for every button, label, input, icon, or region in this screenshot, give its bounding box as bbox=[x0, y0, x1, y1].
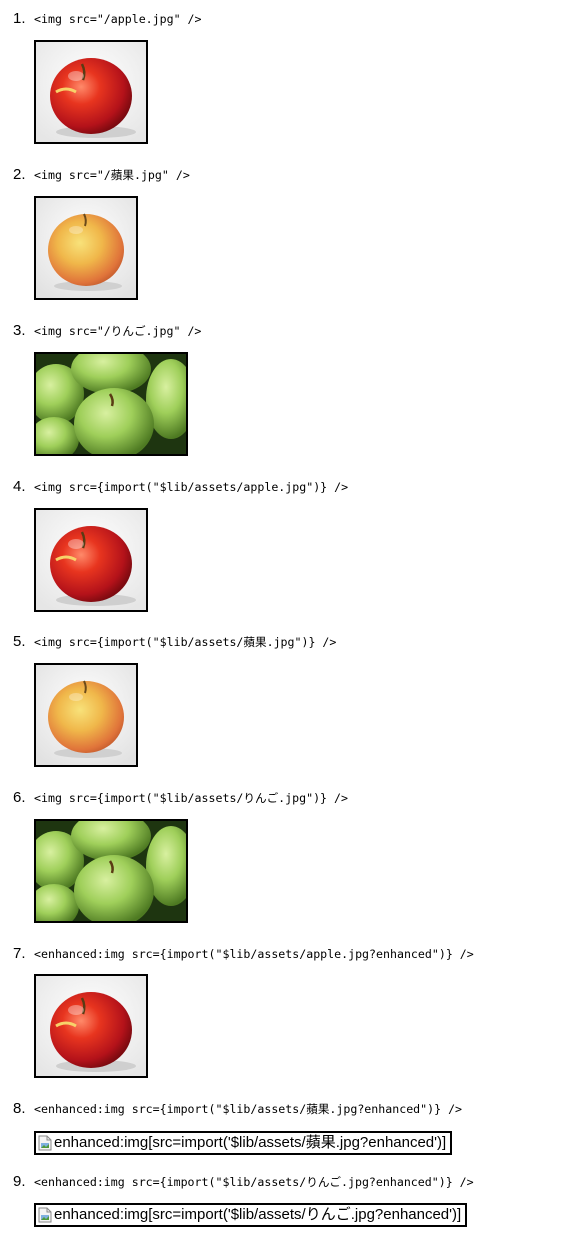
red-apple-image bbox=[34, 40, 148, 144]
broken-image-placeholder: enhanced:img[src=import('$lib/assets/蘋果.… bbox=[34, 1131, 453, 1155]
code-snippet: <enhanced:img src={import("$lib/assets/a… bbox=[34, 947, 474, 961]
code-snippet: <enhanced:img src={import("$lib/assets/蘋… bbox=[34, 1102, 463, 1116]
green-apples-image bbox=[34, 819, 188, 923]
yellow-apple-image bbox=[34, 196, 138, 300]
code-snippet: <img src={import("$lib/assets/りんご.jpg")}… bbox=[34, 791, 348, 805]
red-apple-image bbox=[34, 508, 148, 612]
broken-image-icon bbox=[38, 1135, 52, 1151]
code-snippet: <img src="/りんご.jpg" /> bbox=[34, 324, 202, 338]
item-number: 1. bbox=[13, 10, 26, 27]
item-number: 7. bbox=[13, 945, 26, 962]
red-apple-image bbox=[34, 974, 148, 1078]
yellow-apple-image bbox=[34, 663, 138, 767]
broken-image-alt-text: enhanced:img[src=import('$lib/assets/りんご… bbox=[54, 1206, 462, 1223]
broken-image-icon bbox=[38, 1207, 52, 1223]
code-snippet: <img src="/apple.jpg" /> bbox=[34, 12, 202, 26]
item-number: 4. bbox=[13, 478, 26, 495]
item-number: 3. bbox=[13, 322, 26, 339]
broken-image-placeholder: enhanced:img[src=import('$lib/assets/りんご… bbox=[34, 1203, 468, 1227]
item-number: 8. bbox=[13, 1100, 26, 1117]
green-apples-image bbox=[34, 352, 188, 456]
item-number: 6. bbox=[13, 789, 26, 806]
item-number: 2. bbox=[13, 166, 26, 183]
broken-image-alt-text: enhanced:img[src=import('$lib/assets/蘋果.… bbox=[54, 1134, 447, 1151]
item-number: 5. bbox=[13, 633, 26, 650]
code-snippet: <enhanced:img src={import("$lib/assets/り… bbox=[34, 1175, 474, 1189]
item-number: 9. bbox=[13, 1173, 26, 1190]
code-snippet: <img src={import("$lib/assets/apple.jpg"… bbox=[34, 480, 349, 494]
code-snippet: <img src="/蘋果.jpg" /> bbox=[34, 168, 190, 182]
code-snippet: <img src={import("$lib/assets/蘋果.jpg")} … bbox=[34, 635, 337, 649]
